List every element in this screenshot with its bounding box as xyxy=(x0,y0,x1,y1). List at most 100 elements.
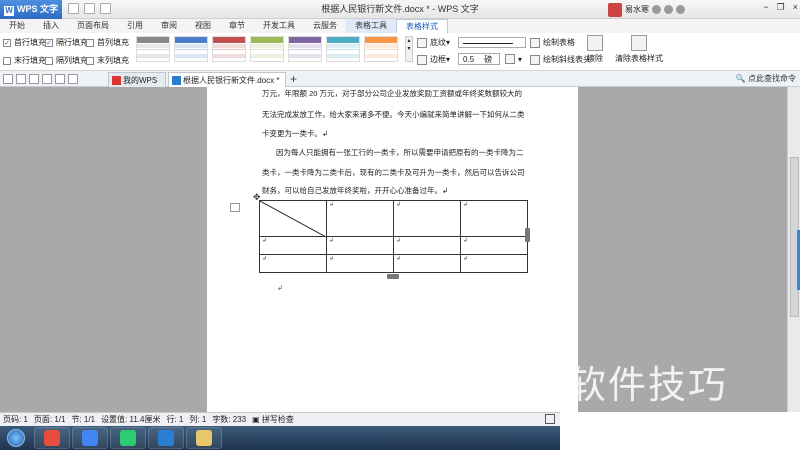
option-last-row[interactable]: 末行填充 xyxy=(3,55,46,66)
table-cell[interactable]: ↲ xyxy=(259,254,327,273)
share-icon[interactable] xyxy=(664,5,673,14)
table-style-swatch[interactable] xyxy=(288,36,322,62)
paragraph-line[interactable]: 万元，年限额 20 万元，对于部分公司企业发放奖励工资额或年终奖数额较大的 xyxy=(262,88,524,99)
clear-style-icon xyxy=(631,35,647,51)
tab-cloud[interactable]: 云服务 xyxy=(304,19,346,33)
diagonal-header-line xyxy=(260,201,326,237)
draw-slash-header-button[interactable]: 绘制斜线表头 xyxy=(530,54,591,65)
save-icon[interactable] xyxy=(16,74,26,84)
table-style-swatch[interactable] xyxy=(174,36,208,62)
tab-current-document[interactable]: 根据人民银行新文件.docx * × xyxy=(168,72,286,100)
minimize-button[interactable]: − xyxy=(763,2,768,13)
status-row: 行: 1 xyxy=(166,415,184,424)
table-cell[interactable]: ↲ xyxy=(460,254,528,273)
checkbox-checked-icon[interactable]: ✓ xyxy=(45,38,53,47)
skin-icon[interactable] xyxy=(652,5,661,14)
windows-logo-icon xyxy=(7,429,25,447)
tab-developer[interactable]: 开发工具 xyxy=(254,19,304,33)
taskbar-app[interactable] xyxy=(72,427,108,449)
table-cell[interactable]: ↲ xyxy=(393,236,461,255)
option-last-column[interactable]: 末列填充 xyxy=(86,55,129,66)
close-button[interactable]: × xyxy=(793,2,798,13)
clear-table-style-button[interactable]: 清除表格样式 xyxy=(615,35,663,64)
redo-icon[interactable] xyxy=(68,74,78,84)
status-word-count[interactable]: 字数: 233 xyxy=(212,414,246,425)
paragraph-line[interactable]: 卡变更为一类卡。↲ xyxy=(262,128,524,139)
taskbar-app[interactable] xyxy=(110,427,146,449)
undo-icon[interactable] xyxy=(55,74,65,84)
option-first-column[interactable]: 首列填充 xyxy=(86,37,129,48)
option-banded-rows[interactable]: ✓ 隔行填充 xyxy=(45,37,88,48)
draw-table-button[interactable]: 绘制表格 xyxy=(530,37,575,48)
border-button[interactable]: 边框 ▾ xyxy=(417,54,450,65)
taskbar-app[interactable] xyxy=(148,427,184,449)
taskbar-app[interactable] xyxy=(186,427,222,449)
tab-references[interactable]: 引用 xyxy=(118,19,152,33)
option-first-row[interactable]: ✓ 首行填充 xyxy=(3,37,46,48)
gallery-scroll[interactable]: ▴ ▾ xyxy=(405,36,413,62)
spell-check-toggle[interactable]: ▣ 拼写检查 xyxy=(252,414,294,425)
table-column-resize-handle[interactable] xyxy=(525,228,530,242)
user-area[interactable]: 易水寒 xyxy=(608,2,685,17)
table-cell[interactable]: ↲ xyxy=(393,254,461,273)
print-icon[interactable] xyxy=(29,74,39,84)
status-page-number: 页码: 1 xyxy=(3,415,28,424)
pen-color-icon xyxy=(505,54,515,64)
erase-button[interactable]: 擦除 xyxy=(587,35,603,64)
checkbox-icon[interactable] xyxy=(3,56,11,65)
ribbon-tabs: 开始 插入 页面布局 引用 审阅 视图 章节 开发工具 云服务 表格工具 表格样… xyxy=(0,19,800,33)
table-cell[interactable]: ↲ xyxy=(393,200,461,237)
status-bar: 页码: 1 页面: 1/1 节: 1/1 设置值: 11.4厘米 行: 1 列:… xyxy=(0,412,560,426)
full-screen-icon xyxy=(545,414,555,424)
paragraph-line[interactable]: 财务，可以给自己发放年终奖啦，开开心心准备过年。↲ xyxy=(262,185,524,196)
restore-button[interactable]: ❐ xyxy=(777,2,785,13)
checkbox-icon[interactable] xyxy=(86,56,94,65)
checkbox-checked-icon[interactable]: ✓ xyxy=(3,38,11,47)
table-style-swatch[interactable] xyxy=(326,36,360,62)
paragraph-line[interactable]: 类卡，一类卡降为二类卡后，现有的二类卡及可升为一类卡，然后可以告诉公司 xyxy=(262,167,525,178)
line-weight-select[interactable]: 0.5 磅 xyxy=(458,53,500,65)
table-cell[interactable]: ↲ xyxy=(326,200,394,237)
app-icon xyxy=(44,430,60,446)
tab-section[interactable]: 章节 xyxy=(220,19,254,33)
avatar[interactable] xyxy=(608,2,622,17)
border-icon xyxy=(417,54,427,65)
table-row-resize-handle[interactable] xyxy=(387,274,399,279)
table-cell[interactable]: ↲ xyxy=(326,254,394,273)
shading-button[interactable]: 底纹 ▾ xyxy=(417,37,450,48)
full-screen-button[interactable] xyxy=(544,413,558,426)
table-style-swatch[interactable] xyxy=(364,36,398,62)
find-command[interactable]: 🔍 点此查找命令 xyxy=(736,71,796,87)
table-options-icon[interactable] xyxy=(230,203,240,212)
table-cell[interactable]: ↲ xyxy=(460,236,528,255)
tab-insert[interactable]: 插入 xyxy=(34,19,68,33)
tab-table-tools[interactable]: 表格工具 xyxy=(346,19,396,33)
user-name[interactable]: 易水寒 xyxy=(625,4,649,15)
table-cell[interactable]: ↲ xyxy=(460,200,528,237)
pen-color-button[interactable]: ▾ xyxy=(505,54,522,64)
table-style-swatch[interactable] xyxy=(136,36,170,62)
status-column: 列: 1 xyxy=(189,415,207,424)
checkbox-icon[interactable] xyxy=(45,56,53,65)
option-banded-columns[interactable]: 隔列填充 xyxy=(45,55,88,66)
tab-page-layout[interactable]: 页面布局 xyxy=(68,19,118,33)
tab-view[interactable]: 视图 xyxy=(186,19,220,33)
tab-my-wps[interactable]: 我的WPS xyxy=(108,72,166,87)
new-tab-button[interactable]: + xyxy=(290,72,297,86)
taskbar-app[interactable] xyxy=(34,427,70,449)
line-style-select[interactable] xyxy=(458,37,526,48)
tab-review[interactable]: 审阅 xyxy=(152,19,186,33)
paragraph-line[interactable]: 因为每人只能拥有一张工行的一类卡，所以需要申请把原有的一类卡降为二 xyxy=(276,147,538,158)
preview-icon[interactable] xyxy=(42,74,52,84)
help-icon[interactable] xyxy=(676,5,685,14)
table-cell[interactable]: ↲ xyxy=(326,236,394,255)
folder-icon[interactable] xyxy=(3,74,13,84)
table-style-swatch[interactable] xyxy=(250,36,284,62)
tab-home[interactable]: 开始 xyxy=(0,19,34,33)
paragraph-line[interactable]: 无法完成发放工作，给大家来诸多不便。今天小编就来简单讲解一下如何从二类 xyxy=(262,109,525,120)
tab-table-style[interactable]: 表格样式 xyxy=(396,19,448,33)
checkbox-icon[interactable] xyxy=(86,38,94,47)
table-style-swatch[interactable] xyxy=(212,36,246,62)
start-button[interactable] xyxy=(0,426,32,450)
table-cell[interactable]: ↲ xyxy=(259,236,327,255)
